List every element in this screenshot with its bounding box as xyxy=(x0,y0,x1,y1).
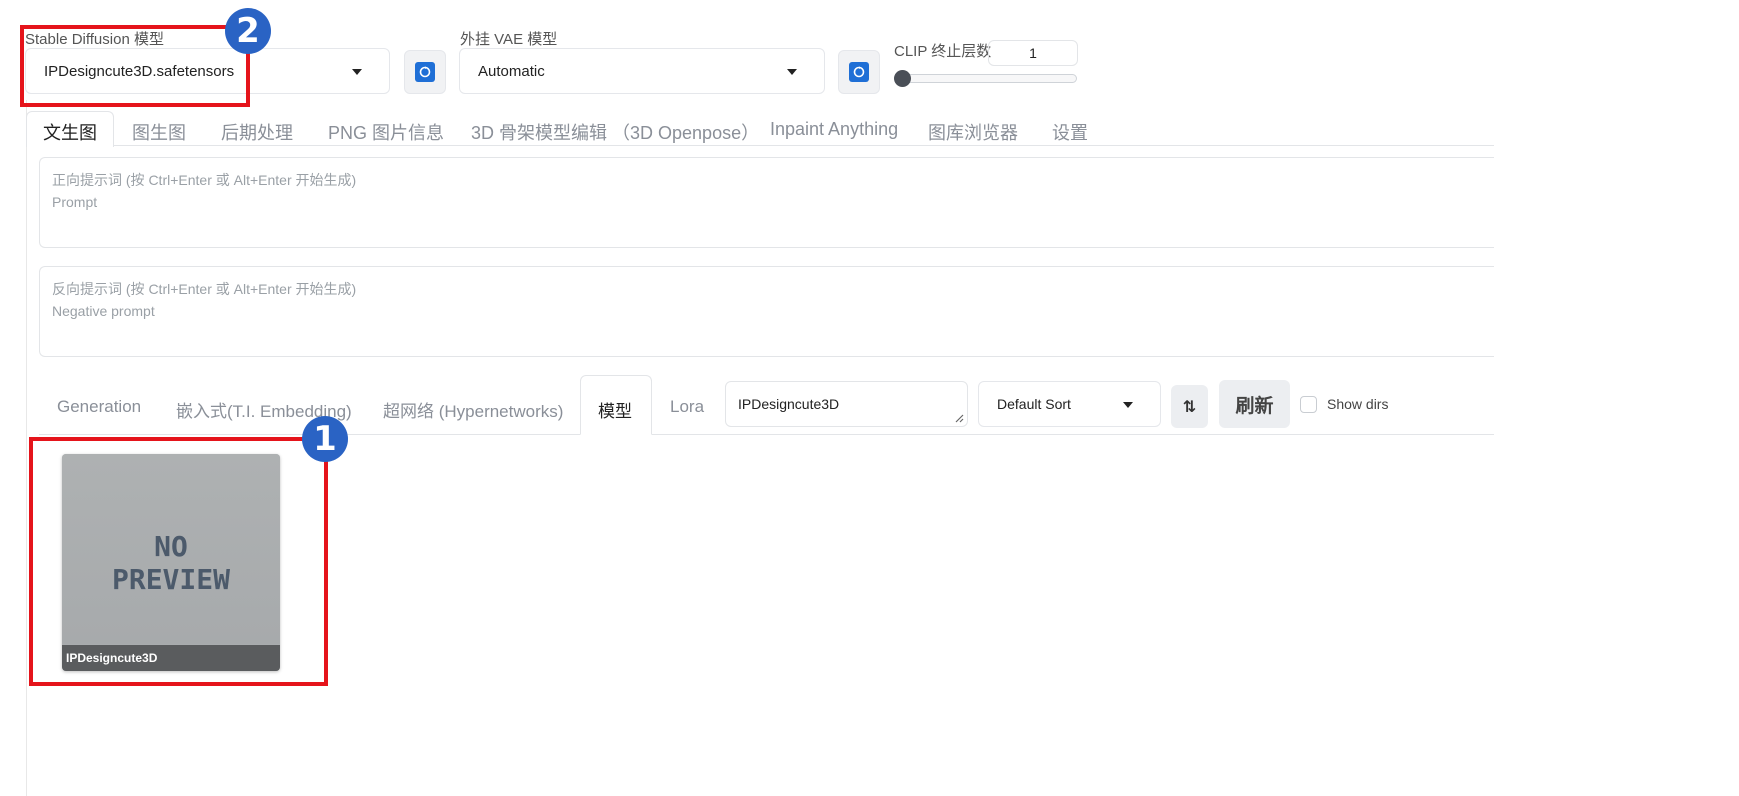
tab-img2img[interactable]: 图生图 xyxy=(132,119,186,145)
tab-image-browser[interactable]: 图库浏览器 xyxy=(928,119,1018,145)
sd-model-refresh-button[interactable] xyxy=(404,50,446,94)
sort-direction-button[interactable]: ⇅ xyxy=(1171,385,1208,428)
negative-prompt-textarea[interactable]: 反向提示词 (按 Ctrl+Enter 或 Alt+Enter 开始生成) Ne… xyxy=(39,266,1494,357)
vae-value: Automatic xyxy=(478,62,545,80)
prompt-placeholder-line2: Prompt xyxy=(52,194,98,210)
tab-png-info[interactable]: PNG 图片信息 xyxy=(328,119,444,145)
search-value: IPDesigncute3D xyxy=(738,396,840,412)
chevron-down-icon xyxy=(787,69,797,75)
prompt-placeholder-line1: 正向提示词 (按 Ctrl+Enter 或 Alt+Enter 开始生成) xyxy=(52,172,357,188)
negative-prompt-placeholder-line1: 反向提示词 (按 Ctrl+Enter 或 Alt+Enter 开始生成) xyxy=(52,281,357,297)
clip-slider-handle[interactable] xyxy=(894,70,911,87)
vae-select[interactable]: Automatic xyxy=(459,48,825,94)
annotation-box-model-select xyxy=(20,25,250,107)
left-border xyxy=(26,100,27,796)
clip-slider-track[interactable] xyxy=(894,74,1077,83)
annotation-marker-2: 2 xyxy=(225,8,271,54)
resize-handle-icon xyxy=(955,414,964,423)
chevron-down-icon xyxy=(352,69,362,75)
vae-refresh-button[interactable] xyxy=(838,50,880,94)
main-tab-underline xyxy=(114,145,1494,146)
tab-txt2img[interactable]: 文生图 xyxy=(43,119,97,145)
clip-label: CLIP 终止层数 xyxy=(894,43,992,60)
annotation-marker-1: 1 xyxy=(302,416,348,462)
annotation-box-model-card xyxy=(29,437,328,686)
sort-value: Default Sort xyxy=(997,396,1071,412)
negative-prompt-placeholder-line2: Negative prompt xyxy=(52,303,155,319)
tab-inpaint-anything[interactable]: Inpaint Anything xyxy=(770,119,898,140)
search-input[interactable]: IPDesigncute3D xyxy=(725,381,968,427)
refresh-button[interactable]: 刷新 xyxy=(1219,380,1290,428)
sort-select[interactable]: Default Sort xyxy=(978,381,1161,427)
sort-arrows-icon: ⇅ xyxy=(1182,398,1197,416)
tab-extras[interactable]: 后期处理 xyxy=(221,119,293,145)
subtab-lora[interactable]: Lora xyxy=(670,397,704,417)
clip-value: 1 xyxy=(1029,45,1037,61)
sub-tab-underline xyxy=(39,434,1494,435)
clip-value-input[interactable]: 1 xyxy=(988,40,1078,66)
refresh-label: 刷新 xyxy=(1235,395,1274,417)
refresh-icon xyxy=(849,62,869,82)
vae-label: 外挂 VAE 模型 xyxy=(460,31,558,48)
prompt-textarea[interactable]: 正向提示词 (按 Ctrl+Enter 或 Alt+Enter 开始生成) Pr… xyxy=(39,157,1494,248)
chevron-down-icon xyxy=(1123,402,1133,408)
tab-3d-openpose[interactable]: 3D 骨架模型编辑 （3D Openpose） xyxy=(471,119,759,145)
subtab-checkpoints[interactable]: 模型 xyxy=(598,397,632,422)
show-dirs-label: Show dirs xyxy=(1327,396,1389,412)
tab-settings[interactable]: 设置 xyxy=(1052,119,1088,145)
show-dirs-checkbox[interactable] xyxy=(1300,396,1317,413)
refresh-icon xyxy=(415,62,435,82)
subtab-generation[interactable]: Generation xyxy=(57,397,141,417)
subtab-hypernetworks[interactable]: 超网络 (Hypernetworks) xyxy=(383,397,563,422)
